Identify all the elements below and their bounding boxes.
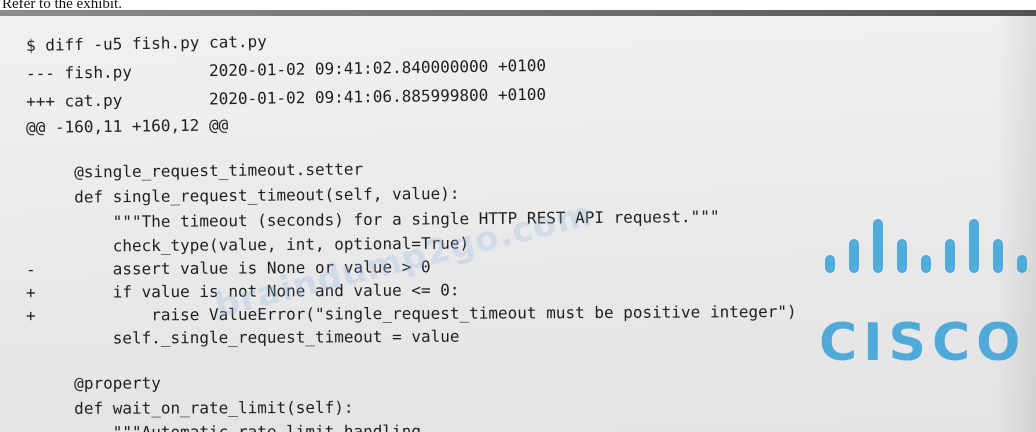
- cisco-logo-bar: [825, 255, 835, 273]
- cisco-logo-bar: [993, 239, 1003, 273]
- exhibit-photo: $ diff -u5 fish.py cat.py --- fish.py 20…: [0, 10, 1036, 432]
- cisco-logo-bar: [945, 239, 955, 273]
- diff-old-file-header: --- fish.py 2020-01-02 09:41:02.84000000…: [25, 55, 547, 83]
- diff-command-line: $ diff -u5 fish.py cat.py: [25, 31, 267, 55]
- code-line: self._single_request_timeout = value: [25, 326, 460, 348]
- cisco-logo-bar: [849, 239, 859, 273]
- cisco-logo-bar: [969, 219, 979, 273]
- code-line: def wait_on_rate_limit(self):: [25, 397, 354, 418]
- code-line: def single_request_timeout(self, value):: [25, 183, 460, 207]
- cisco-logo-bar: [1017, 255, 1027, 273]
- code-line: @single_request_timeout.setter: [25, 159, 364, 182]
- code-line-added: + raise ValueError("single_request_timeo…: [25, 301, 797, 325]
- diff-hunk-header: @@ -160,11 +160,12 @@: [25, 115, 229, 137]
- cisco-logo-bars: [823, 213, 1027, 273]
- cisco-logo-bar: [921, 255, 931, 273]
- cisco-logo-wordmark: CISCO: [819, 313, 1027, 373]
- diff-new-file-header: +++ cat.py 2020-01-02 09:41:06.885999800…: [25, 84, 547, 111]
- code-line: @property: [25, 373, 161, 393]
- cisco-logo: CISCO: [815, 213, 1027, 383]
- code-line: """The timeout (seconds) for a single HT…: [25, 206, 720, 232]
- cisco-logo-bar: [897, 239, 907, 273]
- code-line: """Automatic rate-limit handling.: [25, 421, 431, 432]
- cisco-logo-bar: [873, 219, 883, 273]
